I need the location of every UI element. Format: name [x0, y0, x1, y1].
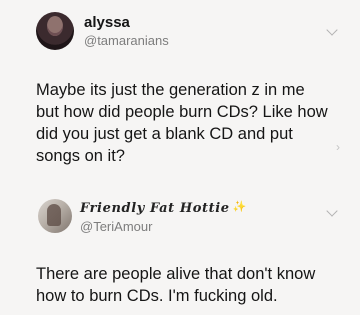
- user-handle[interactable]: @tamaranians: [84, 33, 169, 48]
- chevron-right-icon: ›: [336, 140, 340, 154]
- display-name-text: Friendly Fat Hottie: [80, 201, 230, 216]
- tweet-text-line: Maybe its just the generation z in me: [36, 81, 305, 99]
- tweet-text: Maybe its just the generation z in me bu…: [36, 79, 336, 167]
- tweet-text-line: did you just get a blank CD and put: [36, 125, 293, 143]
- tweet-text-line: There are people alive that don't know: [36, 265, 316, 283]
- tweet-text-line: songs on it?: [36, 147, 125, 165]
- tweet-text-line: but how did people burn CDs? Like how: [36, 103, 328, 121]
- user-handle[interactable]: @TeriAmour: [80, 219, 152, 234]
- tweet-text: There are people alive that don't know h…: [36, 263, 336, 307]
- display-name[interactable]: Friendly Fat Hottie ✨: [80, 200, 247, 216]
- chevron-down-icon[interactable]: [326, 24, 338, 36]
- tweet-alyssa[interactable]: alyssa @tamaranians Maybe its just the g…: [0, 0, 360, 184]
- display-name[interactable]: alyssa: [84, 14, 130, 31]
- avatar[interactable]: [36, 12, 74, 50]
- tweet-text-line: how to burn CDs. I'm fucking old.: [36, 287, 278, 305]
- avatar[interactable]: [38, 199, 72, 233]
- sparkles-icon: ✨: [232, 200, 247, 213]
